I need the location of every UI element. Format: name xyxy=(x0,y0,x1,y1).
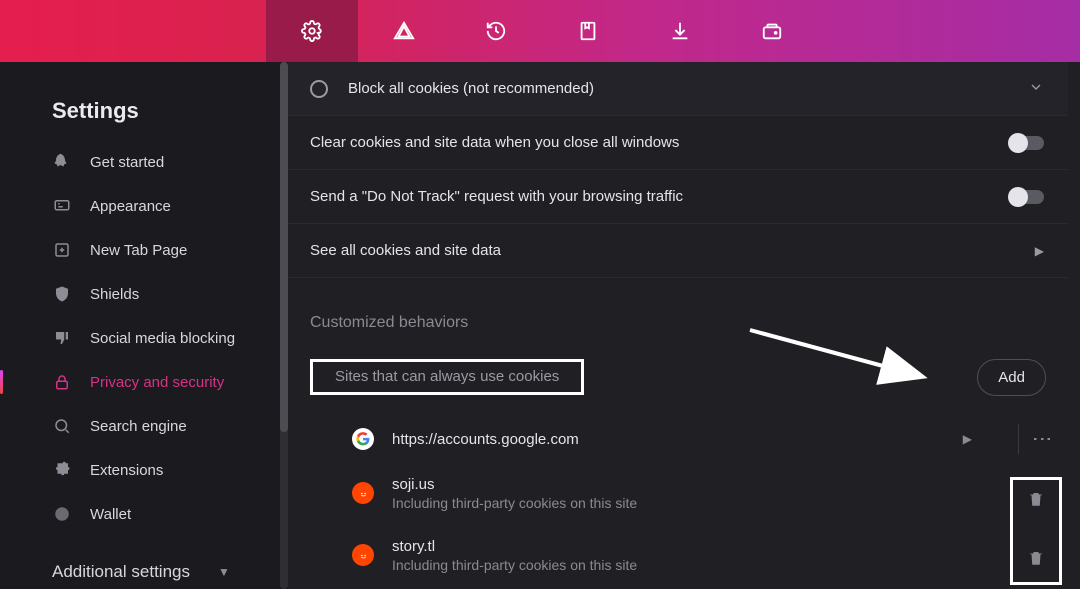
wallet-top-icon[interactable] xyxy=(726,0,818,62)
nav-label: Social media blocking xyxy=(90,330,235,347)
row-label: See all cookies and site data xyxy=(310,242,1035,259)
nav-label: Shields xyxy=(90,286,139,303)
add-button[interactable]: Add xyxy=(977,359,1046,396)
additional-settings[interactable]: Additional settings ▼ xyxy=(18,536,270,582)
thumbs-down-icon xyxy=(52,328,72,348)
see-all-cookies-row[interactable]: See all cookies and site data ▶ xyxy=(288,224,1068,278)
lock-icon xyxy=(52,372,72,392)
nav-label: Appearance xyxy=(90,198,171,215)
kebab-menu[interactable]: ⋮ xyxy=(1039,429,1044,449)
downloads-icon[interactable] xyxy=(634,0,726,62)
chevron-down-icon: ▼ xyxy=(218,565,230,579)
sidebar-item-extensions[interactable]: Extensions xyxy=(18,448,270,492)
site-row-soji[interactable]: soji.us Including third-party cookies on… xyxy=(288,462,1068,524)
site-row-story[interactable]: story.tl Including third-party cookies o… xyxy=(288,524,1068,586)
row-label: Block all cookies (not recommended) xyxy=(348,80,1028,97)
sites-always-label: Sites that can always use cookies xyxy=(335,368,559,385)
site-row-google[interactable]: https://accounts.google.com ▶ ⋮ xyxy=(288,416,1068,462)
section-customized: Customized behaviors xyxy=(288,278,1068,356)
settings-tab-icon[interactable] xyxy=(266,0,358,62)
google-favicon xyxy=(352,428,374,450)
clear-on-close-toggle[interactable] xyxy=(1010,136,1044,150)
nav-label: Extensions xyxy=(90,462,163,479)
reddit-favicon xyxy=(352,544,374,566)
chevron-right-icon: ▶ xyxy=(1035,244,1044,258)
site-subtext: Including third-party cookies on this si… xyxy=(392,557,1044,573)
top-toolbar xyxy=(0,0,1080,62)
site-url: soji.us xyxy=(392,476,1044,493)
additional-label: Additional settings xyxy=(52,562,190,582)
nav-label: Privacy and security xyxy=(90,374,224,391)
trash-icon[interactable] xyxy=(1027,490,1045,513)
dnt-row: Send a "Do Not Track" request with your … xyxy=(288,170,1068,224)
dnt-toggle[interactable] xyxy=(1010,190,1044,204)
settings-content: Block all cookies (not recommended) Clea… xyxy=(288,62,1080,589)
site-url: story.tl xyxy=(392,538,1044,555)
row-label: Clear cookies and site data when you clo… xyxy=(310,134,1010,151)
sidebar-item-get-started[interactable]: Get started xyxy=(18,140,270,184)
clear-on-close-row: Clear cookies and site data when you clo… xyxy=(288,116,1068,170)
new-tab-icon xyxy=(52,240,72,260)
nav-label: Search engine xyxy=(90,418,187,435)
site-subtext: Including third-party cookies on this si… xyxy=(392,495,1044,511)
radio-unchecked[interactable] xyxy=(310,80,328,98)
history-icon[interactable] xyxy=(450,0,542,62)
rocket-icon xyxy=(52,152,72,172)
sidebar-item-appearance[interactable]: Appearance xyxy=(18,184,270,228)
puzzle-icon xyxy=(52,460,72,480)
appearance-icon xyxy=(52,196,72,216)
block-all-cookies-row[interactable]: Block all cookies (not recommended) xyxy=(288,62,1068,116)
shield-icon xyxy=(52,284,72,304)
chevron-right-icon: ▶ xyxy=(963,432,972,446)
nav-label: Get started xyxy=(90,154,164,171)
sidebar-item-wallet[interactable]: Wallet xyxy=(18,492,270,536)
sidebar-title: Settings xyxy=(18,62,270,140)
site-url: https://accounts.google.com xyxy=(392,431,963,448)
chevron-down-icon[interactable] xyxy=(1028,79,1044,99)
reddit-favicon xyxy=(352,482,374,504)
sidebar-item-shields[interactable]: Shields xyxy=(18,272,270,316)
trash-icon[interactable] xyxy=(1027,549,1045,572)
sidebar-item-new-tab[interactable]: New Tab Page xyxy=(18,228,270,272)
trash-highlight-box xyxy=(1010,477,1062,585)
sidebar-scrollbar[interactable] xyxy=(280,62,288,589)
nav-label: New Tab Page xyxy=(90,242,187,259)
bookmarks-icon[interactable] xyxy=(542,0,634,62)
sidebar-item-search[interactable]: Search engine xyxy=(18,404,270,448)
nav-label: Wallet xyxy=(90,506,131,523)
sidebar-item-social[interactable]: Social media blocking xyxy=(18,316,270,360)
sites-always-label-highlight: Sites that can always use cookies xyxy=(310,359,584,395)
settings-sidebar: Settings Get started Appearance New Tab … xyxy=(0,62,288,589)
row-label: Send a "Do Not Track" request with your … xyxy=(310,188,1010,205)
sidebar-item-privacy[interactable]: Privacy and security xyxy=(18,360,270,404)
wallet-icon xyxy=(52,504,72,524)
search-icon xyxy=(52,416,72,436)
warning-icon[interactable] xyxy=(358,0,450,62)
